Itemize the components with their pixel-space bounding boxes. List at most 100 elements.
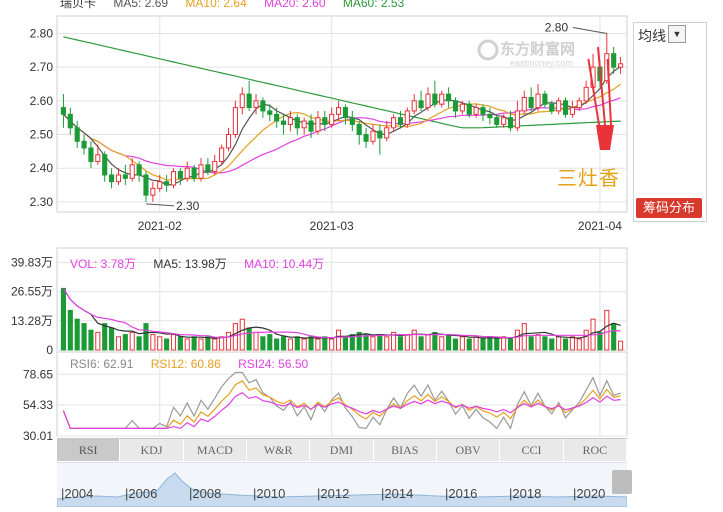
rsi24-line xyxy=(62,391,621,430)
volume-bar xyxy=(246,327,252,351)
candle-body xyxy=(267,110,273,115)
tab-bias[interactable]: BIAS xyxy=(374,439,437,461)
rsi-lines xyxy=(62,371,621,430)
candle-body xyxy=(549,103,555,112)
timeline-year-label: |2010 xyxy=(253,486,286,501)
tab-macd[interactable]: MACD xyxy=(184,439,247,461)
watermark-subtext: eastmoney.com xyxy=(510,58,573,68)
tab-rsi[interactable]: RSI xyxy=(57,439,121,461)
candle-body xyxy=(184,167,190,179)
volume-bar xyxy=(115,336,122,351)
volume-bar xyxy=(404,334,410,351)
tab-obv[interactable]: OBV xyxy=(437,439,501,461)
chip-distribution-button[interactable]: 筹码分布 xyxy=(636,198,702,218)
price-y-axis: 2.80 2.70 2.60 2.50 2.40 2.30 xyxy=(30,26,54,208)
timeline-years: |2004 |2006 |2008 |2010 |2012 |2014 |2016 |2018… xyxy=(57,484,627,504)
volume-bar xyxy=(528,336,534,351)
candle-body xyxy=(452,100,459,112)
candle-body xyxy=(225,134,232,149)
timeline-year-label: |2004 xyxy=(61,486,94,501)
candle-body xyxy=(439,93,445,105)
timeline-year-label: |2006 xyxy=(125,486,158,501)
volume-bars xyxy=(60,287,624,351)
volume-bar xyxy=(102,323,108,351)
volume-bar xyxy=(287,338,293,351)
volume-bar xyxy=(501,336,507,351)
rsi-tick-label: 54.33 xyxy=(23,398,53,412)
chip-panel xyxy=(633,22,707,222)
tab-cci[interactable]: CCI xyxy=(500,439,564,461)
volume-bar xyxy=(177,336,183,351)
candle-body xyxy=(253,100,259,109)
volume-bar xyxy=(136,336,142,351)
volume-bar xyxy=(480,338,486,351)
volume-bar xyxy=(253,331,259,351)
candle-body xyxy=(473,107,479,115)
volume-bar xyxy=(157,336,163,351)
candle-body xyxy=(95,154,101,162)
volume-bar xyxy=(494,338,500,351)
volume-bar xyxy=(88,329,94,351)
volume-tick-label: 26.55万 xyxy=(11,285,53,299)
candle-body xyxy=(528,96,534,109)
volume-bar xyxy=(143,323,149,351)
volume-bar xyxy=(267,334,273,351)
tab-wr[interactable]: W&R xyxy=(247,439,311,461)
incense-burner xyxy=(596,125,614,150)
volume-bar xyxy=(232,323,238,351)
volume-legend: VOL: 3.78万 MA5: 13.98万 MA10: 10.44万 xyxy=(70,255,338,272)
candle-body xyxy=(60,107,67,115)
candle-body xyxy=(150,187,156,196)
volume-bar xyxy=(212,338,218,351)
candle-body xyxy=(466,103,472,115)
volume-bar xyxy=(363,334,369,351)
candle-body xyxy=(129,164,135,179)
tab-kdj[interactable]: KDJ xyxy=(120,439,184,461)
candle-body xyxy=(177,171,183,179)
candle-body xyxy=(335,107,342,115)
tab-roc[interactable]: ROC xyxy=(564,439,627,461)
ma20-line xyxy=(62,97,621,174)
volume-bar xyxy=(205,336,211,351)
candle-body xyxy=(356,123,362,136)
volume-bar xyxy=(95,331,101,351)
legend-vol-ma5: MA5: 13.98万 xyxy=(153,257,227,271)
price-tick-label: 2.30 xyxy=(30,195,54,209)
candle-body xyxy=(246,93,252,109)
ma5-line xyxy=(62,66,621,186)
timeline-drag-handle[interactable] xyxy=(612,470,632,494)
average-line-select-label[interactable]: 均线 xyxy=(638,26,666,46)
volume-bar xyxy=(129,331,135,351)
timeline-year-label: |2016 xyxy=(445,486,478,501)
candle-body xyxy=(349,117,355,125)
volume-bar xyxy=(122,334,128,351)
volume-bar xyxy=(439,336,445,351)
volume-bar xyxy=(184,338,190,351)
tab-dmi[interactable]: DMI xyxy=(310,439,374,461)
candle-body xyxy=(576,100,582,109)
candle-body xyxy=(74,127,80,142)
candle-body xyxy=(157,181,163,189)
volume-bar xyxy=(342,336,349,351)
candle-body xyxy=(109,174,115,183)
candle-body xyxy=(583,86,589,102)
candle-body xyxy=(562,100,569,115)
volume-bar xyxy=(294,336,300,351)
volume-bar xyxy=(370,336,376,351)
volume-bar xyxy=(459,336,465,351)
incense-stick xyxy=(597,46,606,126)
candle-body xyxy=(274,113,280,122)
volume-ma10-line xyxy=(62,288,621,339)
candle-body xyxy=(432,93,438,105)
volume-bar xyxy=(617,340,624,351)
chevron-down-icon[interactable]: ▼ xyxy=(668,25,686,43)
volume-tick-label: 13.28万 xyxy=(11,314,53,328)
high-price-label: 2.80 xyxy=(545,20,569,34)
volume-bar xyxy=(150,334,156,351)
candle-body xyxy=(329,113,335,125)
candle-body xyxy=(280,120,287,125)
price-tick-label: 2.60 xyxy=(30,94,54,108)
volume-bar xyxy=(191,336,197,351)
volume-bar xyxy=(315,338,321,351)
volume-bar xyxy=(164,338,170,351)
